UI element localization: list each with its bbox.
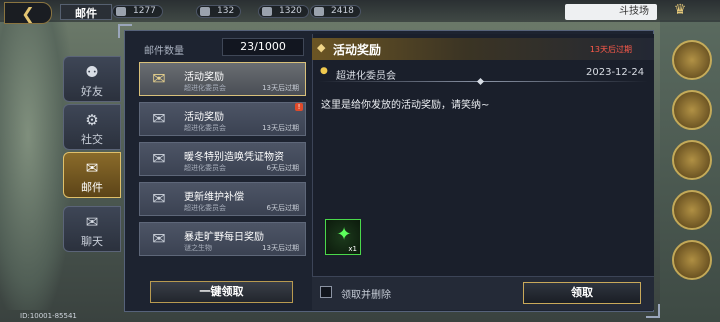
claim-all-button[interactable]: 一键领取 <box>150 281 293 303</box>
resource-counter: 1320 <box>258 5 309 18</box>
social-icon: ⚙ <box>85 111 99 129</box>
mail-expire: 13天后过期 <box>262 84 299 92</box>
mail-icon: ✉ <box>85 159 99 177</box>
chat-icon: ✉ <box>85 213 99 231</box>
envelope-open-icon: ✉ <box>152 149 166 168</box>
mail-detail-date: 2023-12-24 <box>586 67 645 78</box>
tab-mail[interactable]: ✉ 邮件 <box>63 152 121 198</box>
green-crystal-icon: ✦ <box>336 224 352 245</box>
mail-sender: 超进化委员会 <box>184 124 226 132</box>
mail-sender: 超进化委员会 <box>184 164 226 172</box>
side-menu-icon[interactable] <box>672 140 712 180</box>
resource-counter: 132 <box>196 5 242 18</box>
diamond-icon: ◆ <box>317 41 326 54</box>
background-character <box>0 20 70 310</box>
back-button[interactable]: ❮ <box>4 2 52 24</box>
side-menu-icon[interactable] <box>672 40 712 80</box>
mail-title: 暴走旷野每日奖励 <box>184 232 264 243</box>
envelope-open-icon: ✉ <box>152 229 166 248</box>
friend-icon: ⚉ <box>85 63 99 81</box>
mail-count-value: 23/1000 <box>222 38 304 56</box>
tab-label: 聊天 <box>81 235 103 248</box>
back-arrow-icon: ❮ <box>21 3 35 23</box>
mail-expire: 6天后过期 <box>266 164 299 172</box>
claim-and-delete-checkbox[interactable] <box>320 286 332 298</box>
mail-sender: 超进化委员会 <box>184 84 226 92</box>
mail-sender: 超进化委员会 <box>184 204 226 212</box>
panel-corner-decoration <box>118 24 132 38</box>
mail-expire: 6天后过期 <box>266 204 299 212</box>
side-menu-icon[interactable] <box>672 240 712 280</box>
mail-title: 活动奖励 <box>184 72 224 83</box>
reward-item[interactable]: ✦ x1 <box>325 219 361 255</box>
unread-badge: ! <box>295 103 303 111</box>
tab-social[interactable]: ⚙ 社交 <box>63 104 121 150</box>
mail-detail-title: 活动奖励 <box>333 43 382 57</box>
resource-counter: 1277 <box>112 5 163 18</box>
claim-button[interactable]: 领取 <box>523 282 641 304</box>
envelope-open-icon: ✉ <box>152 69 166 88</box>
resource-counter: 2418 <box>310 5 361 18</box>
mail-expire: 13天后过期 <box>262 244 299 252</box>
mail-title: 暖冬特别造唤凭证物资 <box>184 152 284 163</box>
mail-title: 活动奖励 <box>184 112 224 123</box>
envelope-icon: ✉ <box>152 109 166 128</box>
mail-list-item[interactable]: ✉ 更新维护补偿 超进化委员会 6天后过期 <box>139 182 306 216</box>
mail-detail-expire: 13天后过期 <box>589 45 632 54</box>
tab-label: 邮件 <box>81 181 103 194</box>
trophy-icon[interactable]: ♛ <box>668 2 692 20</box>
side-menu-icon[interactable] <box>672 190 712 230</box>
page-title: 邮件 <box>60 4 112 20</box>
sender-pin-icon: ● <box>320 66 328 76</box>
tab-label: 社交 <box>81 133 103 146</box>
reward-quantity: x1 <box>348 245 357 253</box>
mail-expire: 13天后过期 <box>262 124 299 132</box>
mail-title: 更新维护补偿 <box>184 192 244 203</box>
player-id: ID:10001-85541 <box>20 312 77 320</box>
tab-friends[interactable]: ⚉ 好友 <box>63 56 121 102</box>
envelope-open-icon: ✉ <box>152 189 166 208</box>
arena-button[interactable]: 斗技场 <box>565 4 657 20</box>
claim-and-delete-label: 领取并删除 <box>341 290 391 301</box>
mail-count-label: 邮件数量 <box>144 46 184 57</box>
mail-detail-body: 这里是给你发放的活动奖励，请笑纳~ <box>321 100 490 111</box>
side-menu-icon[interactable] <box>672 90 712 130</box>
tab-chat[interactable]: ✉ 聊天 <box>63 206 121 252</box>
mail-list-item[interactable]: ✉ 活动奖励 超进化委员会 13天后过期 <box>139 62 306 96</box>
mail-list-item[interactable]: ✉ 暴走旷野每日奖励 谜之生物 13天后过期 <box>139 222 306 256</box>
mail-list-item[interactable]: ✉ 活动奖励 超进化委员会 13天后过期 ! <box>139 102 306 136</box>
mail-list-item[interactable]: ✉ 暖冬特别造唤凭证物资 超进化委员会 6天后过期 <box>139 142 306 176</box>
mail-detail-sender: 超进化委员会 <box>336 71 396 82</box>
mail-sender: 谜之生物 <box>184 244 212 252</box>
tab-label: 好友 <box>81 85 103 98</box>
